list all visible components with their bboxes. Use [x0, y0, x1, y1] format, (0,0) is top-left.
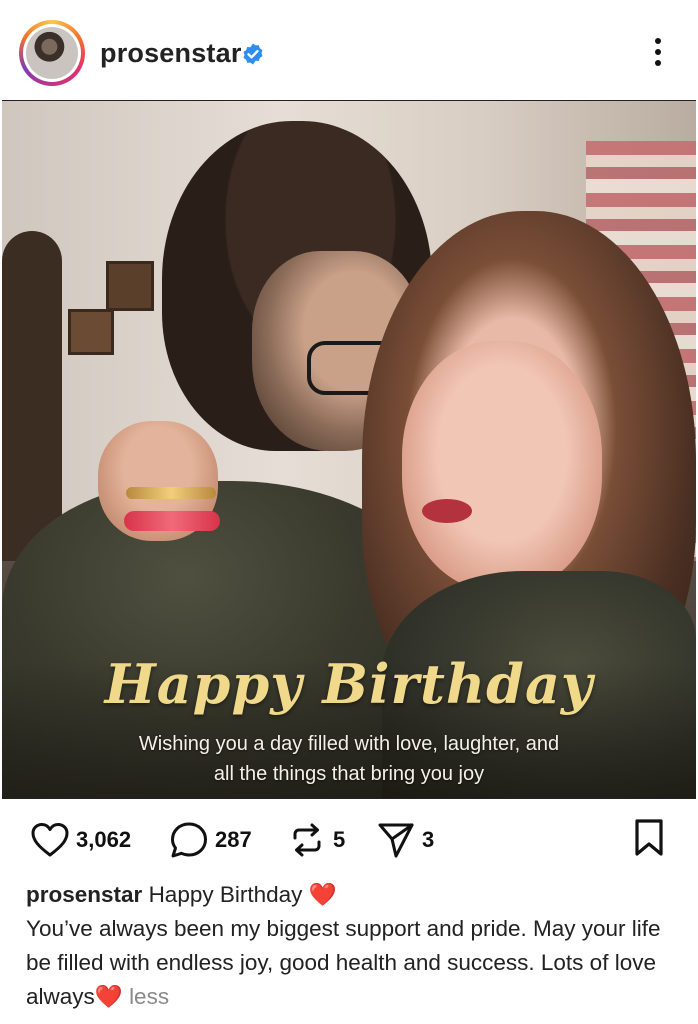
birthday-subtitle: Wishing you a day filled with love, laug… — [100, 729, 598, 789]
share-count: 3 — [422, 827, 435, 852]
photo-woman-face — [402, 341, 602, 591]
repost-icon — [293, 823, 321, 857]
bookmark-icon[interactable] — [632, 818, 666, 858]
post-header: prosenstar — [0, 0, 698, 100]
username-link[interactable]: prosenstar — [100, 38, 242, 69]
photo-mirror — [2, 231, 62, 561]
caption-first-line: Happy Birthday — [148, 882, 303, 907]
repost-count: 5 — [333, 827, 346, 852]
avatar-photo — [26, 27, 78, 79]
photo-bangle — [126, 487, 216, 499]
birthday-subtitle-line1: Wishing you a day filled with love, laug… — [138, 733, 560, 755]
like-button[interactable]: 3,062 — [30, 820, 131, 860]
more-vertical-icon[interactable] — [646, 38, 670, 72]
birthday-subtitle-line2: all the things that bring you joy — [213, 763, 485, 785]
caption-username[interactable]: prosenstar — [26, 882, 142, 907]
like-count: 3,062 — [76, 827, 132, 852]
share-icon — [378, 823, 414, 858]
photo-wall-frame — [68, 309, 114, 355]
less-link[interactable]: less — [129, 984, 169, 1009]
action-bar: 3,062 287 5 3 — [0, 812, 698, 868]
comment-count: 287 — [215, 827, 252, 852]
birthday-title: Happy Birthday — [104, 652, 594, 716]
photo-lips — [422, 499, 472, 523]
repost-button[interactable]: 5 — [287, 820, 345, 860]
heart-icon — [31, 823, 69, 857]
comment-icon — [171, 822, 207, 858]
photo-bangle — [124, 511, 220, 531]
comment-button[interactable]: 287 — [169, 820, 252, 860]
share-button[interactable]: 3 — [376, 820, 434, 860]
post-caption: prosenstar Happy Birthday ❤️ You’ve alwa… — [26, 878, 676, 1014]
photo-wall-frame — [106, 261, 154, 311]
heart-emoji: ❤️ — [308, 882, 337, 907]
heart-emoji: ❤️ — [94, 984, 123, 1009]
avatar[interactable] — [19, 20, 85, 86]
verified-badge-icon — [243, 43, 263, 65]
avatar-inner — [23, 24, 81, 82]
